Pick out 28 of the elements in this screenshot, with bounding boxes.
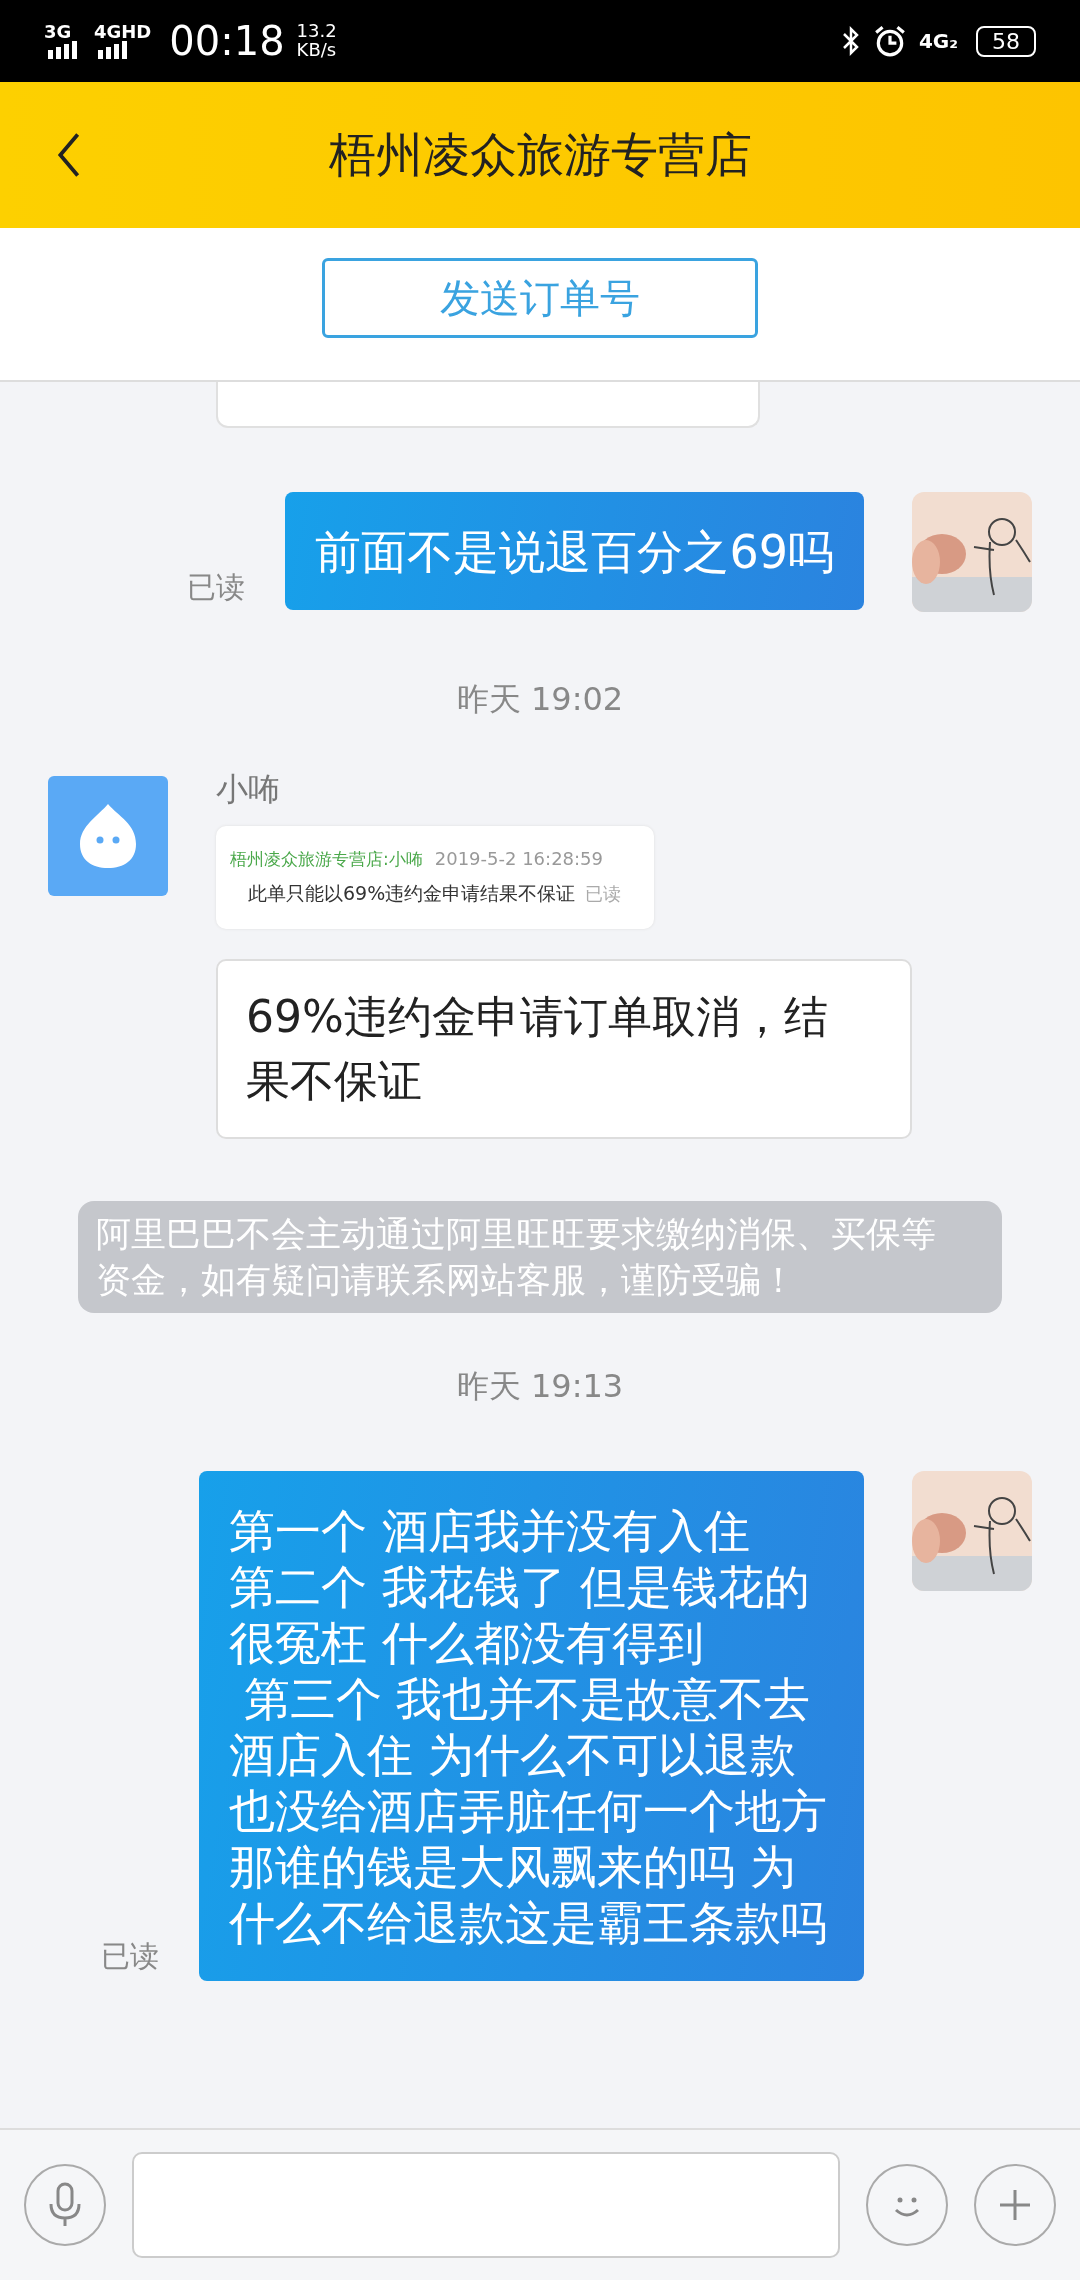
message-text: 第二个 我花钱了 但是钱花的很冤枉 什么都没有得到: [229, 1559, 812, 1671]
read-status: 已读: [101, 1938, 159, 1975]
bluetooth-icon: [840, 26, 861, 56]
quote-text: 此单只能以69%违约金申请结果不保证: [248, 881, 576, 906]
chat-timestamp: 昨天 19:02: [455, 679, 625, 720]
read-status: 已读: [187, 569, 246, 606]
shop-title: 梧州凌众旅游专营店: [328, 125, 752, 184]
message-text: 第三个 我也并不是故意不去酒店入住 为什么不可以退款也没给酒店弄脏任何一个地方那谁的钱是大风飘来的吗 为什么不给退款这是霸王条款吗: [229, 1671, 828, 1951]
battery-indicator: 58: [976, 25, 1036, 57]
message-text: 前面不是说退百分之69吗: [315, 524, 834, 580]
quote-sender: 梧州凌众旅游专营店:小咘: [230, 848, 423, 871]
sender-name: 小咘: [216, 769, 280, 810]
network-speed: 13.2 KB/s: [296, 22, 337, 60]
message-input[interactable]: [132, 2152, 840, 2258]
chat-timestamp: 昨天 19:13: [455, 1366, 625, 1407]
read-status: 已读: [585, 882, 622, 906]
network-4g-indicator: 4G₂: [918, 29, 958, 53]
alarm-icon: [872, 24, 907, 58]
send-order-number-button[interactable]: 发送订单号: [322, 258, 758, 338]
safety-notice: 阿里巴巴不会主动通过阿里旺旺要求缴纳消保、买保等资金，如有疑问请联系网站客服，谨防受骗！: [78, 1201, 1002, 1313]
signal-4g-indicator: 4GHD: [94, 23, 152, 59]
quote-time: 2019-5-2 16:28:59: [434, 848, 603, 869]
signal-3g-indicator: 3G: [44, 23, 82, 59]
message-bubble: 69%违约金申请订单取消，结果不保证: [216, 959, 912, 1139]
status-time: 00:18: [169, 18, 285, 64]
message-text: 第一个 酒店我并没有入住: [229, 1503, 751, 1559]
back-icon[interactable]: [56, 131, 82, 179]
bot-avatar-icon: [48, 776, 168, 896]
